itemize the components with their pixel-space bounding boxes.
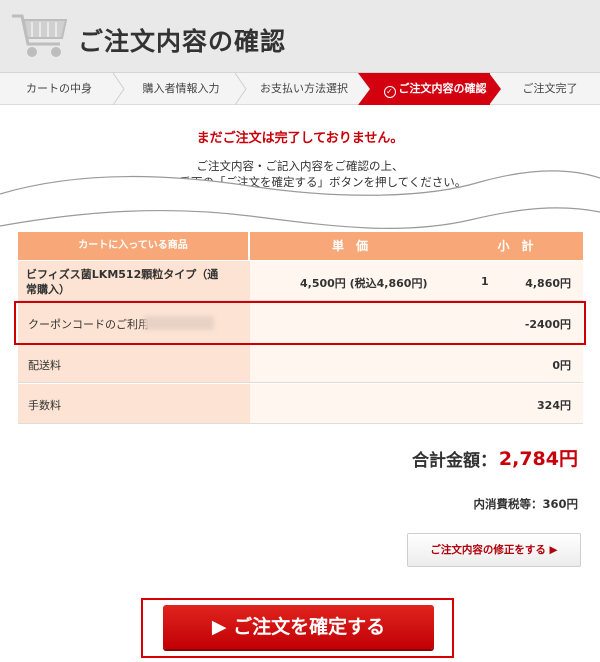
step-buyer-info: 購入者情報入力	[142, 82, 220, 95]
notice-title: まだご注文は完了しておりません。	[196, 131, 404, 146]
step-active-left-notch	[358, 73, 372, 105]
confirm-order-button[interactable]: ▶ ご注文を確定する	[163, 605, 434, 649]
step-payment: お支払い方法選択	[260, 82, 348, 95]
table-row: ビフィズス菌LKM512顆粒タイプ（通 常購入） 4,500円 (税込4,860円…	[18, 261, 583, 301]
table-row: 配送料 0円	[18, 345, 583, 383]
unit-price: 4,500円 (税込4,860円)	[300, 277, 428, 290]
product-name: ビフィズス菌LKM512顆粒タイプ（通 常購入）	[26, 268, 219, 296]
item-subtotal: 4,860円	[525, 277, 571, 290]
shipping-fee: 0円	[552, 359, 571, 372]
step-complete: ご注文完了	[522, 82, 578, 95]
total-label: 合計金額：	[412, 451, 497, 471]
page-header: ご注文内容の確認	[0, 0, 600, 73]
handling-fee: 324円	[537, 399, 571, 412]
shopping-cart-icon	[12, 14, 68, 57]
checkout-steps: カートの中身 購入者情報入力 お支払い方法選択 ✓ ご注文内容の確認 ご注文完了	[0, 73, 600, 105]
step-cart: カートの中身	[26, 82, 92, 95]
check-circle-icon: ✓	[383, 86, 396, 98]
page-title: ご注文内容の確認	[78, 27, 287, 56]
step-confirm-label: ご注文内容の確認	[398, 82, 487, 95]
handling-fee-label: 手数料	[28, 399, 61, 412]
edit-order-button[interactable]: ご注文内容の修正をする ▶	[407, 533, 581, 567]
quantity: 1	[481, 275, 489, 288]
shipping-label: 配送料	[28, 359, 61, 372]
torn-edge-divider	[0, 170, 600, 229]
tax-amount: 内消費税等：360円	[473, 497, 578, 511]
total-amount: 2,784円	[498, 448, 578, 470]
step-confirm: ✓ ご注文内容の確認	[372, 73, 490, 105]
coupon-row-highlight	[14, 301, 586, 345]
table-row: 手数料 324円	[18, 384, 583, 424]
